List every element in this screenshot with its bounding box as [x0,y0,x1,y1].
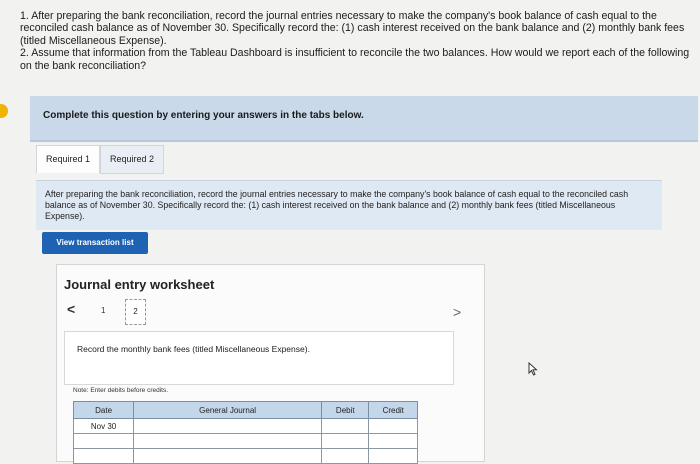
date-cell[interactable] [72,433,135,449]
credit-cell[interactable] [368,448,418,464]
chevron-left-icon[interactable]: < [67,301,75,317]
worksheet-prompt-box: Record the monthly bank fees (titled Mis… [64,331,454,385]
column-header-general-journal: General Journal [133,401,323,419]
credit-cell[interactable] [368,433,418,449]
account-cell[interactable] [133,448,323,464]
worksheet-page-2[interactable]: 2 [125,299,146,325]
worksheet-page-1[interactable]: 1 [101,306,105,315]
question-part-1: 1. After preparing the bank reconciliati… [20,10,685,47]
tab-required-1[interactable]: Required 1 [36,145,100,173]
debit-cell[interactable] [321,433,370,449]
worksheet-note: Note: Enter debits before credits. [73,387,169,394]
date-cell[interactable]: Nov 30 [72,418,135,434]
worksheet-prompt: Record the monthly bank fees (titled Mis… [77,344,310,354]
table-row: Nov 30 [72,418,418,434]
debit-cell[interactable] [321,448,370,464]
credit-cell[interactable] [368,418,418,434]
debit-cell[interactable] [321,418,370,434]
table-row [72,448,418,464]
required-description: After preparing the bank reconciliation,… [36,180,662,230]
instruction-text: Complete this question by entering your … [43,110,364,121]
journal-table: Date General Journal Debit Credit Nov 30 [72,401,418,464]
instruction-bar: Complete this question by entering your … [30,96,698,142]
tab-required-2[interactable]: Required 2 [100,145,164,174]
table-row [72,433,418,449]
column-header-credit: Credit [368,401,418,419]
side-indicator-icon [0,104,8,118]
question-text: 1. After preparing the bank reconciliati… [20,10,690,72]
date-cell[interactable] [72,448,135,464]
column-header-date: Date [72,401,135,419]
view-transaction-list-button[interactable]: View transaction list [42,232,148,254]
mouse-cursor-icon [528,361,538,379]
worksheet-title: Journal entry worksheet [64,277,215,292]
column-header-debit: Debit [321,401,370,419]
account-cell[interactable] [133,418,323,434]
chevron-right-icon[interactable]: > [453,304,461,320]
journal-entry-worksheet: Journal entry worksheet < 1 2 Record the… [56,264,485,464]
question-part-2: 2. Assume that information from the Tabl… [20,47,690,72]
account-cell[interactable] [133,433,323,449]
required-description-text: After preparing the bank reconciliation,… [45,189,629,221]
